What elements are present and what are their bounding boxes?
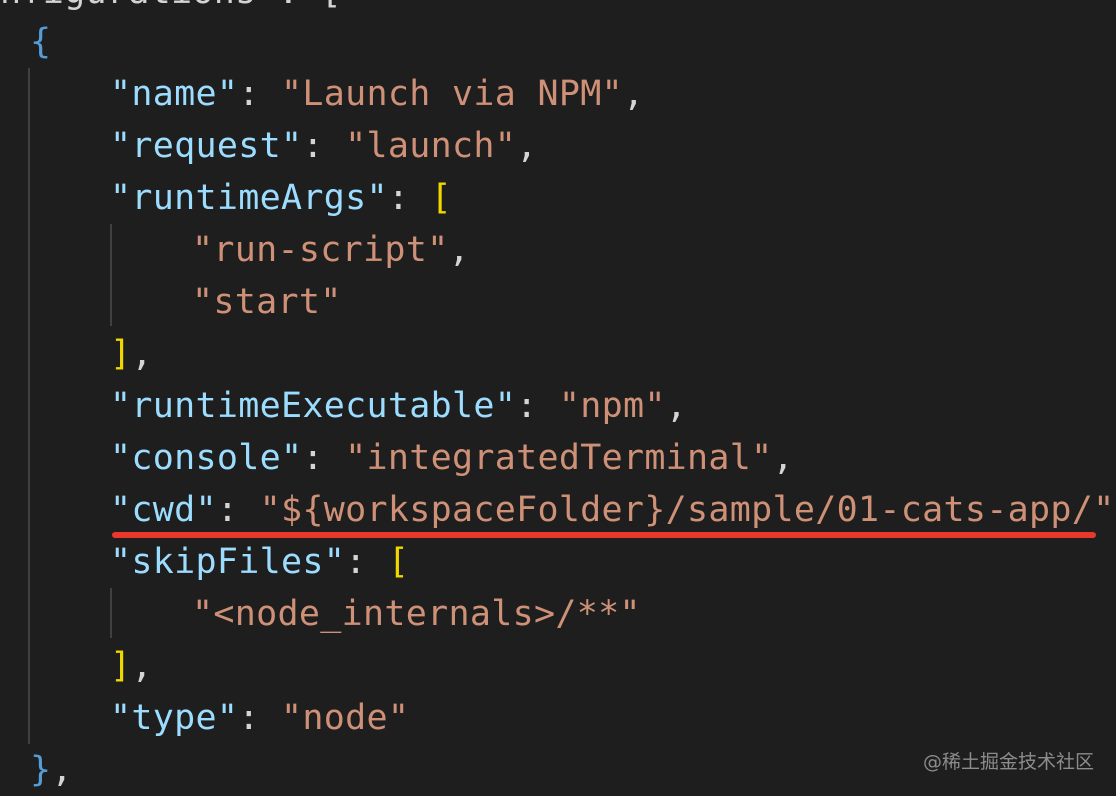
code-editor[interactable]: nfigurations": [ { "name": "Launch via N… [0, 0, 1116, 796]
code-line-skip-files-close: ], [0, 640, 153, 692]
array-item-value: "<node_internals>/**" [192, 594, 641, 634]
key-cwd: "cwd" [110, 490, 217, 530]
code-line-runtime-arg-item: "start" [0, 276, 342, 328]
open-bracket: [ [430, 178, 452, 218]
code-line-runtime-executable: "runtimeExecutable": "npm", [0, 380, 687, 432]
watermark-text: @稀土掘金技术社区 [922, 751, 1094, 773]
open-brace: { [30, 22, 52, 62]
code-line-runtime-args: "runtimeArgs": [ [0, 172, 452, 224]
comma: , [448, 230, 470, 270]
code-line-runtime-arg-item: "run-script", [0, 224, 470, 276]
value-runtime-executable: "npm" [558, 386, 666, 426]
code-line-skip-files-item: "<node_internals>/**" [0, 588, 641, 640]
separator: : [238, 74, 281, 114]
close-brace: } [30, 750, 52, 790]
comma: , [131, 334, 153, 374]
value-request: "launch" [345, 126, 517, 166]
array-item-value: "run-script" [192, 230, 449, 270]
key-type: "type" [110, 698, 239, 738]
code-line-name: "name": "Launch via NPM", [0, 68, 644, 120]
value-type: "node" [280, 698, 410, 738]
code-line-type: "type": "node" [0, 692, 409, 744]
comma: , [516, 126, 538, 166]
code-line-cwd: "cwd": "${workspaceFolder}/sample/01-cat… [0, 484, 1116, 536]
separator: : [216, 490, 260, 530]
comma: , [665, 386, 688, 426]
code-line-skip-files: "skipFiles": [ [0, 536, 409, 588]
array-item-value: "start" [192, 282, 342, 322]
key-request: "request" [110, 126, 303, 166]
key-name: "name" [110, 74, 239, 114]
comma: , [772, 438, 794, 478]
separator: : [302, 438, 346, 478]
code-line-request: "request": "launch", [0, 120, 537, 172]
comma: , [51, 750, 73, 790]
close-bracket: ] [110, 334, 132, 374]
key-skip-files: "skipFiles" [110, 542, 346, 582]
value-cwd: "${workspaceFolder}/sample/01-cats-app/" [259, 490, 1115, 530]
open-bracket: [ [387, 542, 410, 582]
code-line-close-brace: }, [0, 744, 73, 796]
code-line-runtime-args-close: ], [0, 328, 153, 380]
code-line-open-brace: { [0, 16, 51, 68]
separator: : [387, 178, 431, 218]
comma: , [622, 74, 645, 114]
comma: , [131, 646, 153, 686]
key-console: "console" [110, 438, 303, 478]
separator: : [345, 542, 388, 582]
key-runtime-executable: "runtimeExecutable" [110, 386, 517, 426]
key-runtime-args: "runtimeArgs" [110, 178, 388, 218]
close-bracket: ] [110, 646, 132, 686]
value-console: "integratedTerminal" [345, 438, 773, 478]
code-line-console: "console": "integratedTerminal", [0, 432, 794, 484]
partial-text: nfigurations": [ [0, 0, 342, 12]
separator: : [302, 126, 346, 166]
value-name: "Launch via NPM" [280, 74, 623, 114]
separator: : [516, 386, 559, 426]
separator: : [238, 698, 281, 738]
